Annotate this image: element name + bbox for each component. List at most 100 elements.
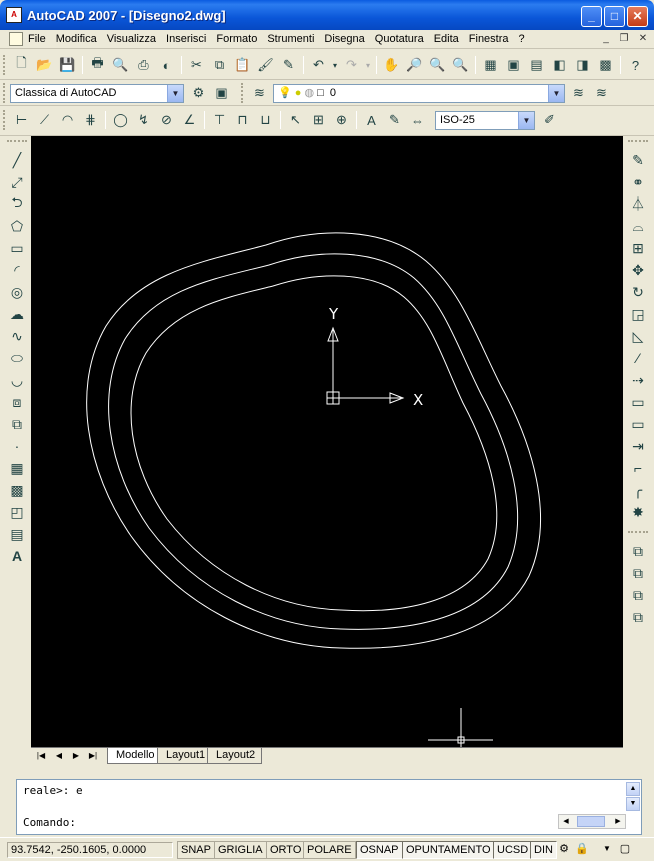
workspace-save-icon[interactable]: ▣ xyxy=(210,82,233,104)
chamfer-icon[interactable]: ⌐ xyxy=(626,457,650,479)
zoom-realtime-icon[interactable]: 🔎 xyxy=(403,54,426,76)
sheet-set-icon[interactable]: ◧ xyxy=(548,54,571,76)
menu-help[interactable]: ? xyxy=(519,33,530,45)
toolbar-grip[interactable] xyxy=(7,140,27,143)
minimize-button[interactable]: _ xyxy=(581,6,602,27)
maximize-button[interactable]: □ xyxy=(604,6,625,27)
ellipse-icon[interactable]: ⬭ xyxy=(5,347,29,369)
ordinate-dimension-icon[interactable]: ⋕ xyxy=(79,109,102,131)
outer-closed-curve[interactable] xyxy=(86,232,541,649)
region-icon[interactable]: ◰ xyxy=(5,501,29,523)
tab-prev-icon[interactable]: ◀ xyxy=(51,749,67,763)
chevron-down-icon[interactable]: ▼ xyxy=(518,111,534,129)
angular-dimension-icon[interactable]: ∠ xyxy=(178,109,201,131)
menu-quotatura[interactable]: Quotatura xyxy=(375,33,429,45)
draw-order-under-icon[interactable]: ⧉ xyxy=(626,606,650,628)
print-icon[interactable]: 🖶 xyxy=(86,54,109,76)
publish-icon[interactable]: ⎙ xyxy=(132,54,155,76)
toolbar-grip[interactable] xyxy=(628,140,648,143)
toolbar-grip[interactable] xyxy=(3,83,6,103)
aligned-dimension-icon[interactable]: ⟋ xyxy=(33,109,56,131)
middle-closed-curve[interactable] xyxy=(108,253,519,630)
polygon-icon[interactable]: ⬠ xyxy=(5,215,29,237)
menu-modifica[interactable]: Modifica xyxy=(56,33,102,45)
layer-manager-icon[interactable]: ≋ xyxy=(248,82,271,104)
coordinates-readout[interactable]: 93.7542, -250.1605, 0.0000 xyxy=(7,842,173,858)
scroll-down-icon[interactable]: ▼ xyxy=(626,797,640,811)
ortho-toggle[interactable]: ORTO xyxy=(266,841,306,859)
chevron-down-icon[interactable]: ▼ xyxy=(167,84,183,102)
pan-icon[interactable]: ✋ xyxy=(380,54,403,76)
arc-length-icon[interactable]: ◠ xyxy=(56,109,79,131)
fillet-icon[interactable]: ╭ xyxy=(626,479,650,501)
drawing-area[interactable]: Y X xyxy=(31,136,623,748)
baseline-dimension-icon[interactable]: ⊓ xyxy=(231,109,254,131)
grid-toggle[interactable]: GRIGLIA xyxy=(214,841,267,859)
dimension-update-icon[interactable]: ⇔ xyxy=(406,109,429,131)
dimstyle-combo[interactable]: ISO-25 ▼ xyxy=(435,110,535,130)
scroll-right-icon[interactable]: ▶ xyxy=(611,815,625,828)
redo-dropdown-icon[interactable]: ▾ xyxy=(363,54,373,76)
status-menu-chevron-icon[interactable]: ▼ xyxy=(600,842,614,856)
zoom-previous-icon[interactable]: 🔍 xyxy=(449,54,472,76)
polar-toggle[interactable]: POLARE xyxy=(303,841,356,859)
circle-icon[interactable]: ◎ xyxy=(5,281,29,303)
dimension-style-icon[interactable]: ✐ xyxy=(538,109,561,131)
undo-icon[interactable]: ↶ xyxy=(307,54,330,76)
cut-icon[interactable]: ✂ xyxy=(185,54,208,76)
undo-dropdown-icon[interactable]: ▾ xyxy=(330,54,340,76)
calculator-icon[interactable]: ▩ xyxy=(594,54,617,76)
draw-order-above-icon[interactable]: ⧉ xyxy=(626,584,650,606)
array-icon[interactable]: ⊞ xyxy=(626,237,650,259)
revision-cloud-icon[interactable]: ☁ xyxy=(5,303,29,325)
match-properties-icon[interactable]: 🖌 xyxy=(254,54,277,76)
dyn-toggle[interactable]: DIN xyxy=(530,841,557,859)
osnap-toggle[interactable]: OSNAP xyxy=(356,841,403,859)
open-icon[interactable]: 📂 xyxy=(33,54,56,76)
jogged-dimension-icon[interactable]: ↯ xyxy=(132,109,155,131)
ellipse-arc-icon[interactable]: ◡ xyxy=(5,369,29,391)
scroll-up-icon[interactable]: ▲ xyxy=(626,782,640,796)
hatch-icon[interactable]: ▦ xyxy=(5,457,29,479)
menu-edita[interactable]: Edita xyxy=(434,33,464,45)
doc-close-button[interactable]: ✕ xyxy=(636,33,650,46)
tool-palettes-icon[interactable]: ▤ xyxy=(525,54,548,76)
menu-file[interactable]: File xyxy=(28,33,51,45)
toolbar-grip[interactable] xyxy=(3,55,6,75)
line-icon[interactable]: ╱ xyxy=(5,149,29,171)
toolbar-grip[interactable] xyxy=(3,110,6,130)
quick-dimension-icon[interactable]: ⊤ xyxy=(208,109,231,131)
construction-line-icon[interactable]: ⤢ xyxy=(5,171,29,193)
ducs-toggle[interactable]: UCSD xyxy=(493,841,533,859)
markup-icon[interactable]: ◨ xyxy=(571,54,594,76)
quick-leader-icon[interactable]: ↖ xyxy=(284,109,307,131)
diameter-dimension-icon[interactable]: ⊘ xyxy=(155,109,178,131)
spline-icon[interactable]: ∿ xyxy=(5,325,29,347)
gradient-icon[interactable]: ▩ xyxy=(5,479,29,501)
join-icon[interactable]: ⇥ xyxy=(626,435,650,457)
workspace-settings-icon[interactable]: ⚙ xyxy=(187,82,210,104)
copy-object-icon[interactable]: ⚭ xyxy=(626,171,650,193)
menu-disegna[interactable]: Disegna xyxy=(324,33,369,45)
mirror-icon[interactable]: ⏃ xyxy=(626,193,650,215)
make-object-layer-current-icon[interactable]: ≋ xyxy=(567,82,590,104)
lock-icon[interactable]: 🔒 xyxy=(575,842,589,856)
menu-inserisci[interactable]: Inserisci xyxy=(166,33,211,45)
close-button[interactable]: ✕ xyxy=(627,6,648,27)
tab-modello[interactable]: Modello xyxy=(107,748,162,764)
make-block-icon[interactable]: ⧉ xyxy=(5,413,29,435)
offset-icon[interactable]: ⌓ xyxy=(626,215,650,237)
break-at-point-icon[interactable]: ▭ xyxy=(626,391,650,413)
rectangle-icon[interactable]: ▭ xyxy=(5,237,29,259)
tolerance-icon[interactable]: ⊞ xyxy=(307,109,330,131)
zoom-window-icon[interactable]: 🔍 xyxy=(426,54,449,76)
scroll-left-icon[interactable]: ◀ xyxy=(559,815,573,828)
radius-dimension-icon[interactable]: ◯ xyxy=(109,109,132,131)
break-icon[interactable]: ▭ xyxy=(626,413,650,435)
paste-icon[interactable]: 📋 xyxy=(231,54,254,76)
design-center-icon[interactable]: ▣ xyxy=(502,54,525,76)
move-icon[interactable]: ✥ xyxy=(626,259,650,281)
layer-combo[interactable]: 💡 ● ◍ □ 0 ▼ xyxy=(273,83,565,103)
tab-first-icon[interactable]: |◀ xyxy=(33,749,49,763)
stretch-icon[interactable]: ◺ xyxy=(626,325,650,347)
